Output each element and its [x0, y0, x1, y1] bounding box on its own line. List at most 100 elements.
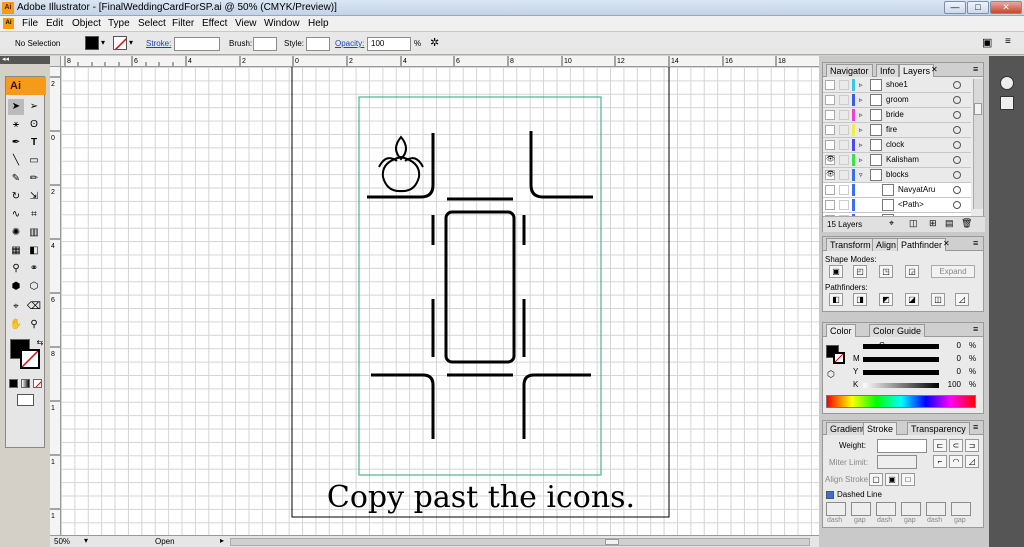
zoom-level[interactable]: 50% [54, 537, 70, 546]
eraser-tool-icon[interactable]: ⌫ [26, 299, 42, 315]
blend-tool-icon[interactable]: ⚭ [26, 261, 42, 277]
paintbrush-tool-icon[interactable]: ✎ [8, 171, 24, 187]
line-tool-icon[interactable]: ╲ [8, 153, 24, 169]
layer-row[interactable]: ▹ shoe1 [823, 78, 971, 93]
expand-triangle-icon[interactable]: ▹ [859, 111, 863, 119]
channel-k-slider[interactable] [863, 383, 939, 388]
expand-triangle-icon[interactable]: ▹ [859, 126, 863, 134]
out-of-gamut-icon[interactable]: ⬡ [827, 369, 835, 380]
channel-m-slider[interactable] [863, 357, 939, 362]
minus-front-icon[interactable]: ◰ [853, 265, 867, 278]
target-icon[interactable] [953, 96, 961, 104]
delete-layer-icon[interactable]: 🗑 [961, 218, 972, 229]
stroke-color-swatch[interactable] [833, 352, 845, 364]
horizontal-scrollbar[interactable] [230, 538, 810, 546]
join-round-icon[interactable]: ◠ [949, 455, 963, 468]
new-layer-icon[interactable]: ▤ [945, 218, 954, 229]
hand-tool-icon[interactable]: ✋ [8, 317, 24, 333]
lock-toggle[interactable] [839, 155, 849, 165]
miter-field[interactable] [877, 455, 917, 469]
channel-c-slider[interactable] [863, 344, 939, 349]
visibility-toggle[interactable] [825, 110, 835, 120]
visibility-toggle[interactable]: 👁 [825, 170, 835, 180]
tab-navigator[interactable]: Navigator [826, 64, 873, 77]
layer-row[interactable]: ▹ groom [823, 93, 971, 108]
panel-menu-icon[interactable]: ≡ [973, 324, 978, 334]
tab-pathfinder[interactable]: Pathfinder [897, 238, 947, 251]
channel-y-slider[interactable] [863, 370, 939, 375]
none-mode-icon[interactable] [33, 379, 42, 388]
pencil-tool-icon[interactable]: ✏ [26, 171, 42, 187]
menu-help[interactable]: Help [308, 18, 329, 29]
target-icon[interactable] [953, 156, 961, 164]
gradient-tool-icon[interactable]: ◧ [26, 243, 42, 259]
lock-toggle[interactable] [839, 185, 849, 195]
screen-mode-icon[interactable] [17, 394, 34, 406]
close-tab-icon[interactable]: ✕ [931, 65, 938, 74]
opacity-label[interactable]: Opacity: [335, 39, 364, 48]
horizontal-ruler[interactable]: 8 6 4 2 0 2 4 6 8 10 12 14 16 18 [61, 56, 819, 67]
target-icon[interactable] [953, 126, 961, 134]
magic-wand-tool-icon[interactable]: ⚹ [8, 117, 24, 133]
live-paint-selection-tool-icon[interactable]: ⬡ [26, 279, 42, 295]
lock-toggle[interactable] [839, 110, 849, 120]
visibility-toggle[interactable] [825, 200, 835, 210]
tab-color[interactable]: Color [826, 324, 856, 337]
fill-dropdown-icon[interactable]: ▾ [101, 38, 105, 47]
rectangle-tool-icon[interactable]: ▭ [26, 153, 42, 169]
crop-tool-icon[interactable]: ⌖ [8, 299, 24, 315]
close-tab-icon[interactable]: ✕ [943, 239, 950, 248]
rotate-tool-icon[interactable]: ↻ [8, 189, 24, 205]
layer-row[interactable]: ▹ fire [823, 123, 971, 138]
target-icon[interactable] [953, 186, 961, 194]
layers-scroll-thumb[interactable] [974, 103, 982, 115]
target-icon[interactable] [953, 201, 961, 209]
clipping-mask-icon[interactable]: ◫ [909, 218, 918, 229]
visibility-toggle[interactable] [825, 80, 835, 90]
color-mode-icon[interactable] [9, 379, 18, 388]
brush-dropdown[interactable] [253, 37, 277, 51]
layer-row[interactable]: 👁 ▹ Kalisham [823, 153, 971, 168]
menu-object[interactable]: Object [72, 18, 101, 29]
menu-filter[interactable]: Filter [172, 18, 194, 29]
cap-square-icon[interactable]: ⊐ [965, 439, 979, 452]
warp-tool-icon[interactable]: ∿ [8, 207, 24, 223]
visibility-toggle[interactable]: 👁 [825, 155, 835, 165]
align-inside-icon[interactable]: ▣ [885, 473, 899, 486]
new-sublayer-icon[interactable]: ⊞ [929, 218, 937, 229]
gap-2-field[interactable] [901, 502, 921, 516]
close-button[interactable]: ✕ [990, 1, 1022, 14]
sublayer-row[interactable]: NavyatAru [823, 183, 971, 198]
target-icon[interactable] [953, 111, 961, 119]
maximize-button[interactable]: □ [967, 1, 989, 14]
stroke-swatch[interactable] [113, 36, 127, 50]
tab-info[interactable]: Info [876, 64, 900, 77]
stroke-label[interactable]: Stroke: [146, 39, 171, 48]
brushes-panel-icon[interactable] [1000, 76, 1014, 90]
zoom-tool-icon[interactable]: ⚲ [26, 317, 42, 333]
align-center-icon[interactable]: ▢ [869, 473, 883, 486]
dash-1-field[interactable] [826, 502, 846, 516]
gap-1-field[interactable] [851, 502, 871, 516]
expand-triangle-icon[interactable]: ▹ [859, 141, 863, 149]
trim-icon[interactable]: ◨ [853, 293, 867, 306]
tab-align[interactable]: Align [872, 238, 901, 251]
locate-object-icon[interactable]: ⌖ [889, 218, 894, 229]
style-dropdown[interactable] [306, 37, 330, 51]
lock-toggle[interactable] [839, 125, 849, 135]
sublayer-row[interactable]: <Path> [823, 198, 971, 213]
free-transform-tool-icon[interactable]: ⌗ [26, 207, 42, 223]
panel-menu-icon[interactable]: ≡ [973, 238, 978, 248]
scale-tool-icon[interactable]: ⇲ [26, 189, 42, 205]
menu-file[interactable]: File [22, 18, 38, 29]
recolor-icon[interactable]: ✲ [430, 36, 439, 49]
gradient-mode-icon[interactable] [21, 379, 30, 388]
lock-toggle[interactable] [839, 170, 849, 180]
menu-window[interactable]: Window [264, 18, 300, 29]
layer-row[interactable]: 👁 ▿ blocks [823, 168, 971, 183]
weight-field[interactable] [877, 439, 927, 453]
zoom-dropdown-icon[interactable]: ▾ [84, 536, 88, 545]
tab-transform[interactable]: Transform [826, 238, 875, 251]
visibility-toggle[interactable] [825, 95, 835, 105]
menu-select[interactable]: Select [138, 18, 166, 29]
